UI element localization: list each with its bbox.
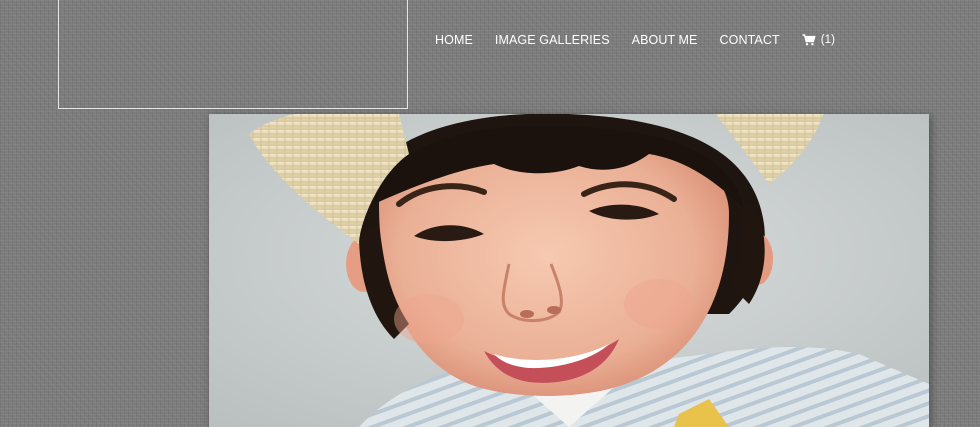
cart-count: (1) [820,34,836,46]
hero-photo [209,114,929,427]
logo-placeholder[interactable] [58,0,408,109]
main-navigation: HOME IMAGE GALLERIES ABOUT ME CONTACT (1… [435,33,835,47]
nav-about-me[interactable]: ABOUT ME [632,33,698,47]
nav-cart[interactable]: (1) [802,33,835,47]
nav-contact[interactable]: CONTACT [720,33,780,47]
smiling-child-photo [209,114,929,427]
nav-home[interactable]: HOME [435,33,473,47]
nav-image-galleries[interactable]: IMAGE GALLERIES [495,33,610,47]
shopping-cart-icon [802,34,816,46]
